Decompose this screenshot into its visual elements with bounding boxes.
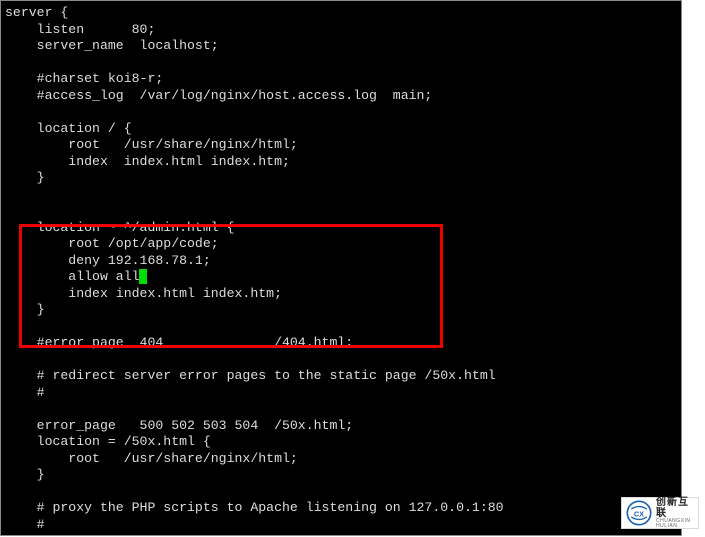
code-line: # proxy the PHP scripts to Apache listen… xyxy=(5,500,504,515)
code-line: # xyxy=(5,385,45,400)
code-line: location ~ ^/admin.html { xyxy=(5,220,235,235)
brand-logo-icon: CX xyxy=(626,500,652,526)
code-line: index index.html index.htm; xyxy=(5,154,290,169)
code-line: root /usr/share/nginx/html; xyxy=(5,451,298,466)
code-line: } xyxy=(5,170,45,185)
code-line: server_name localhost; xyxy=(5,38,219,53)
code-line: server { xyxy=(5,5,68,20)
terminal-window: server { listen 80; server_name localhos… xyxy=(0,0,682,536)
code-line: # xyxy=(5,517,45,532)
code-line: listen 80; xyxy=(5,22,155,37)
code-line: index index.html index.htm; xyxy=(5,286,282,301)
code-line: root /opt/app/code; xyxy=(5,236,219,251)
brand-text: 创新互联 CHUANGXIN HULIAN xyxy=(656,497,694,530)
cursor-icon xyxy=(139,269,147,284)
watermark-badge: CX 创新互联 CHUANGXIN HULIAN xyxy=(621,497,699,529)
svg-text:CX: CX xyxy=(634,510,644,518)
code-line: } xyxy=(5,302,45,317)
code-line: #error_page 404 /404.html; xyxy=(5,335,353,350)
code-line: # redirect server error pages to the sta… xyxy=(5,368,496,383)
code-line: deny 192.168.78.1; xyxy=(5,253,211,268)
code-line: error_page 500 502 503 504 /50x.html; xyxy=(5,418,353,433)
nginx-config-code: server { listen 80; server_name localhos… xyxy=(5,5,681,533)
code-line: #access_log /var/log/nginx/host.access.l… xyxy=(5,88,432,103)
code-line: allow all xyxy=(5,269,140,284)
brand-name-en: CHUANGXIN HULIAN xyxy=(656,519,694,530)
code-line: #charset koi8-r; xyxy=(5,71,163,86)
code-line: root /usr/share/nginx/html; xyxy=(5,137,298,152)
code-line: } xyxy=(5,467,45,482)
code-line: location = /50x.html { xyxy=(5,434,211,449)
code-line: location / { xyxy=(5,121,132,136)
brand-name-cn: 创新互联 xyxy=(656,497,694,519)
